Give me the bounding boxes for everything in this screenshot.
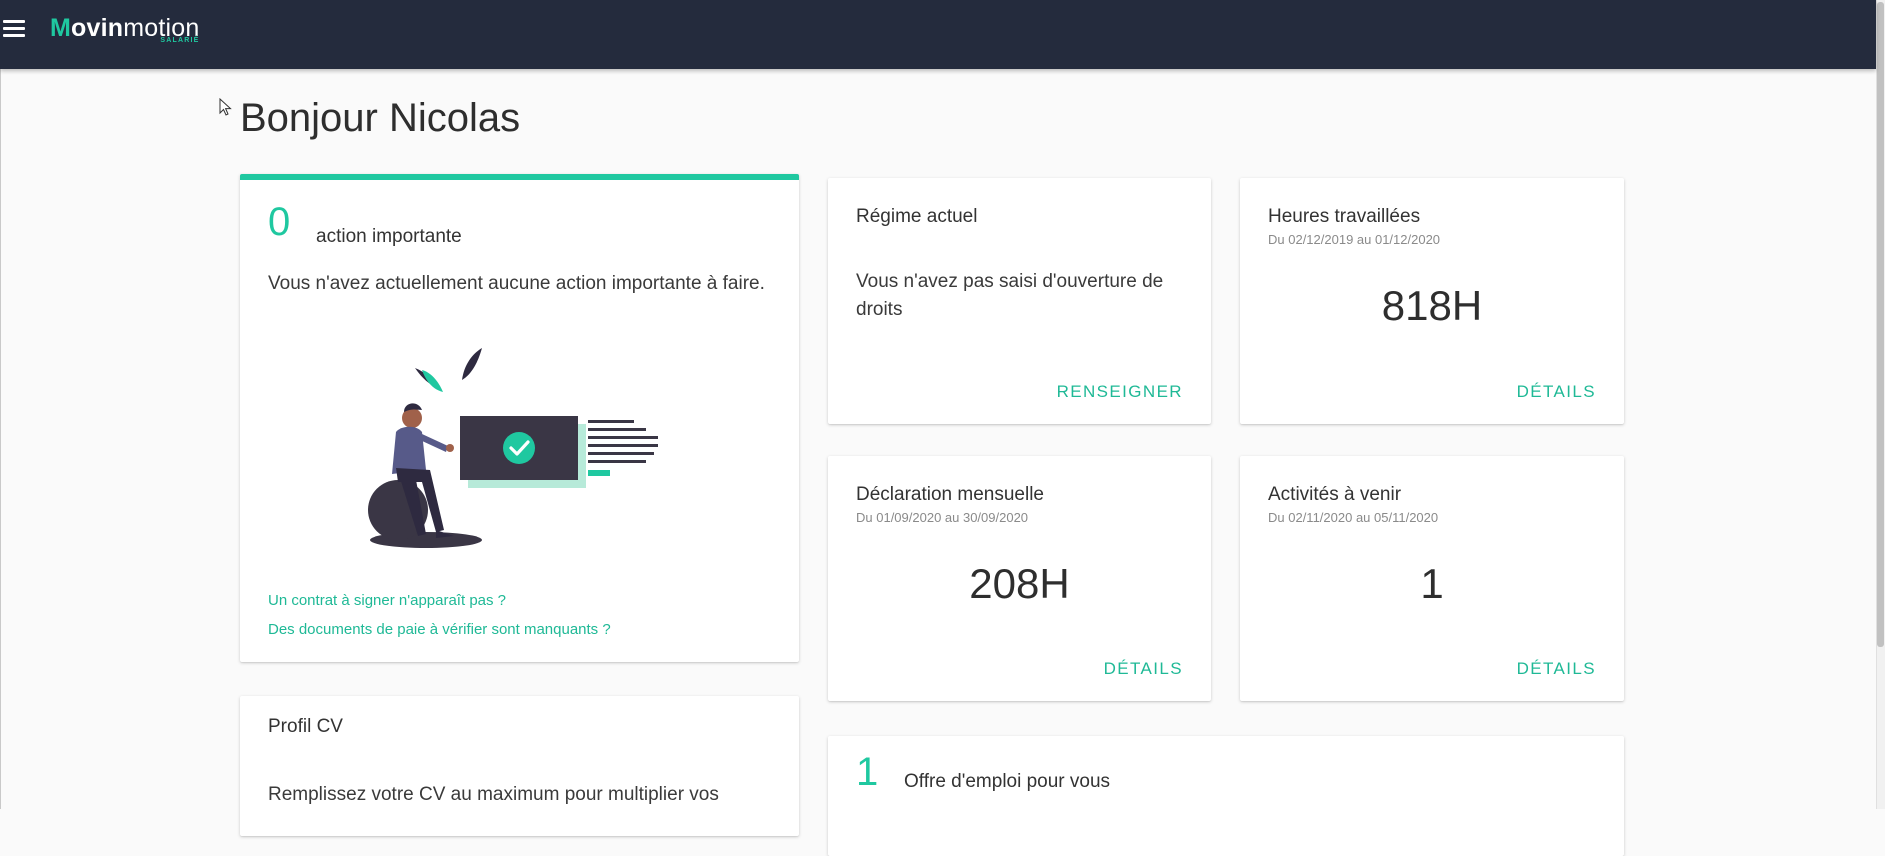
cv-title: Profil CV [268,716,343,737]
task-done-illustration [368,348,658,548]
activities-value: 1 [1420,560,1444,607]
actions-description: Vous n'avez actuellement aucune action i… [268,273,765,294]
left-border [0,69,1,809]
hours-worked-card: Heures travaillées Du 02/12/2019 au 01/1… [1240,178,1624,424]
hours-value: 818H [1381,282,1483,329]
mouse-cursor-icon [219,98,232,116]
hours-period: Du 02/12/2019 au 01/12/2020 [1268,232,1441,247]
actions-count-label: action importante [316,226,462,247]
hamburger-menu-icon[interactable] [3,20,25,38]
declaration-details-button[interactable]: DÉTAILS [1104,659,1183,679]
page-title: Bonjour Nicolas [240,96,521,140]
missing-contract-link[interactable]: Un contrat à signer n'apparaît pas ? [268,592,506,609]
app-logo[interactable]: Movinmotion SALARIÉ [50,14,199,48]
activities-details-button[interactable]: DÉTAILS [1517,659,1596,679]
job-offers-card: 1 Offre d'emploi pour vous [828,736,1624,856]
scrollbar-thumb[interactable] [1877,2,1884,647]
missing-payroll-docs-link[interactable]: Des documents de paie à vérifier sont ma… [268,621,611,638]
regime-body: Vous n'avez pas saisi d'ouverture de dro… [856,271,1164,320]
offers-label: Offre d'emploi pour vous [904,771,1111,792]
hours-title: Heures travaillées [1268,206,1421,227]
hours-details-button[interactable]: DÉTAILS [1517,382,1596,402]
regime-card: Régime actuel Vous n'avez pas saisi d'ou… [828,178,1211,424]
declaration-period: Du 01/09/2020 au 30/09/2020 [856,510,1029,525]
offers-count: 1 [856,750,879,794]
activities-title: Activités à venir [1268,484,1402,505]
top-app-bar: Movinmotion SALARIÉ [0,0,1876,69]
logo-subtitle: SALARIÉ [160,37,200,44]
regime-title: Régime actuel [856,206,978,227]
monthly-declaration-card: Déclaration mensuelle Du 01/09/2020 au 3… [828,456,1211,701]
cv-profile-card: Profil CV Remplissez votre CV au maximum… [240,696,799,836]
cv-body: Remplissez votre CV au maximum pour mult… [268,784,719,805]
actions-count: 0 [268,200,291,244]
upcoming-activities-card: Activités à venir Du 02/11/2020 au 05/11… [1240,456,1624,701]
activities-period: Du 02/11/2020 au 05/11/2020 [1268,510,1439,525]
declaration-value: 208H [969,560,1070,607]
important-actions-card: 0 action importante Vous n'avez actuelle… [240,174,799,662]
renseigner-button[interactable]: RENSEIGNER [1057,382,1183,402]
declaration-title: Déclaration mensuelle [856,484,1044,505]
